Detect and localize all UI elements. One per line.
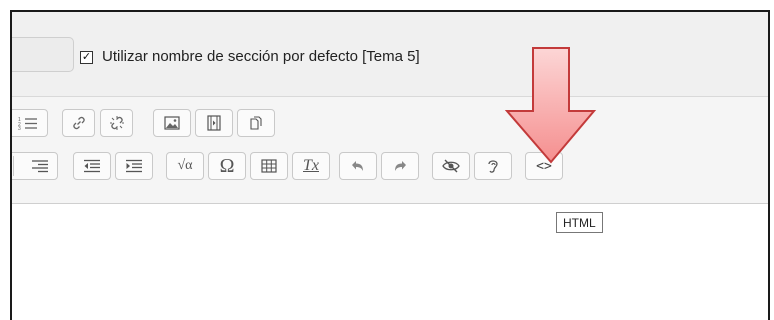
outdent-button[interactable] [73,152,111,180]
table-icon [261,159,277,173]
equation-button[interactable]: √α [166,152,204,180]
editor-frame: ✓ Utilizar nombre de sección por defecto… [10,10,770,320]
use-default-name-label: Utilizar nombre de sección por defecto [… [102,48,420,65]
image-icon [164,116,180,130]
indent-button[interactable] [115,152,153,180]
html-tooltip: HTML [556,212,603,233]
link-icon [72,116,85,130]
editor-content[interactable] [12,204,768,320]
unlink-button[interactable] [100,109,133,137]
annotation-arrow [502,46,602,166]
undo-icon [352,161,363,171]
image-button[interactable] [153,109,191,137]
table-button[interactable] [250,152,288,180]
equation-icon: √α [177,158,193,173]
ear-icon [488,160,498,173]
undo-button[interactable] [339,152,377,180]
accessibility-checker-button[interactable] [432,152,470,180]
eye-slash-icon [442,159,460,173]
section-name-input[interactable] [12,37,74,72]
svg-text:3: 3 [18,126,21,130]
editor-toolbar: 1 2 3 √α Ω Tx <> [12,97,768,204]
media-button[interactable] [195,109,233,137]
manage-files-button[interactable] [237,109,275,137]
clear-formatting-button[interactable]: Tx [292,152,330,180]
film-icon [207,115,221,131]
numbered-list-button[interactable]: 1 2 3 [12,109,48,137]
use-default-name-checkbox[interactable]: ✓ [80,51,93,64]
special-character-button[interactable]: Ω [208,152,246,180]
clear-formatting-icon: Tx [303,157,319,174]
files-icon [250,116,262,130]
omega-icon: Ω [219,154,235,177]
section-name-area: ✓ Utilizar nombre de sección por defecto… [12,12,768,96]
link-button[interactable] [62,109,95,137]
indent-icon [126,159,142,173]
align-right-button[interactable] [12,152,58,180]
align-right-icon [32,160,48,173]
redo-button[interactable] [381,152,419,180]
numbered-list-icon: 1 2 3 [18,117,37,130]
outdent-icon [84,159,100,173]
redo-icon [395,161,406,171]
down-arrow-icon [504,47,597,164]
toolbar-separator [13,156,14,176]
unlink-icon [109,116,124,130]
